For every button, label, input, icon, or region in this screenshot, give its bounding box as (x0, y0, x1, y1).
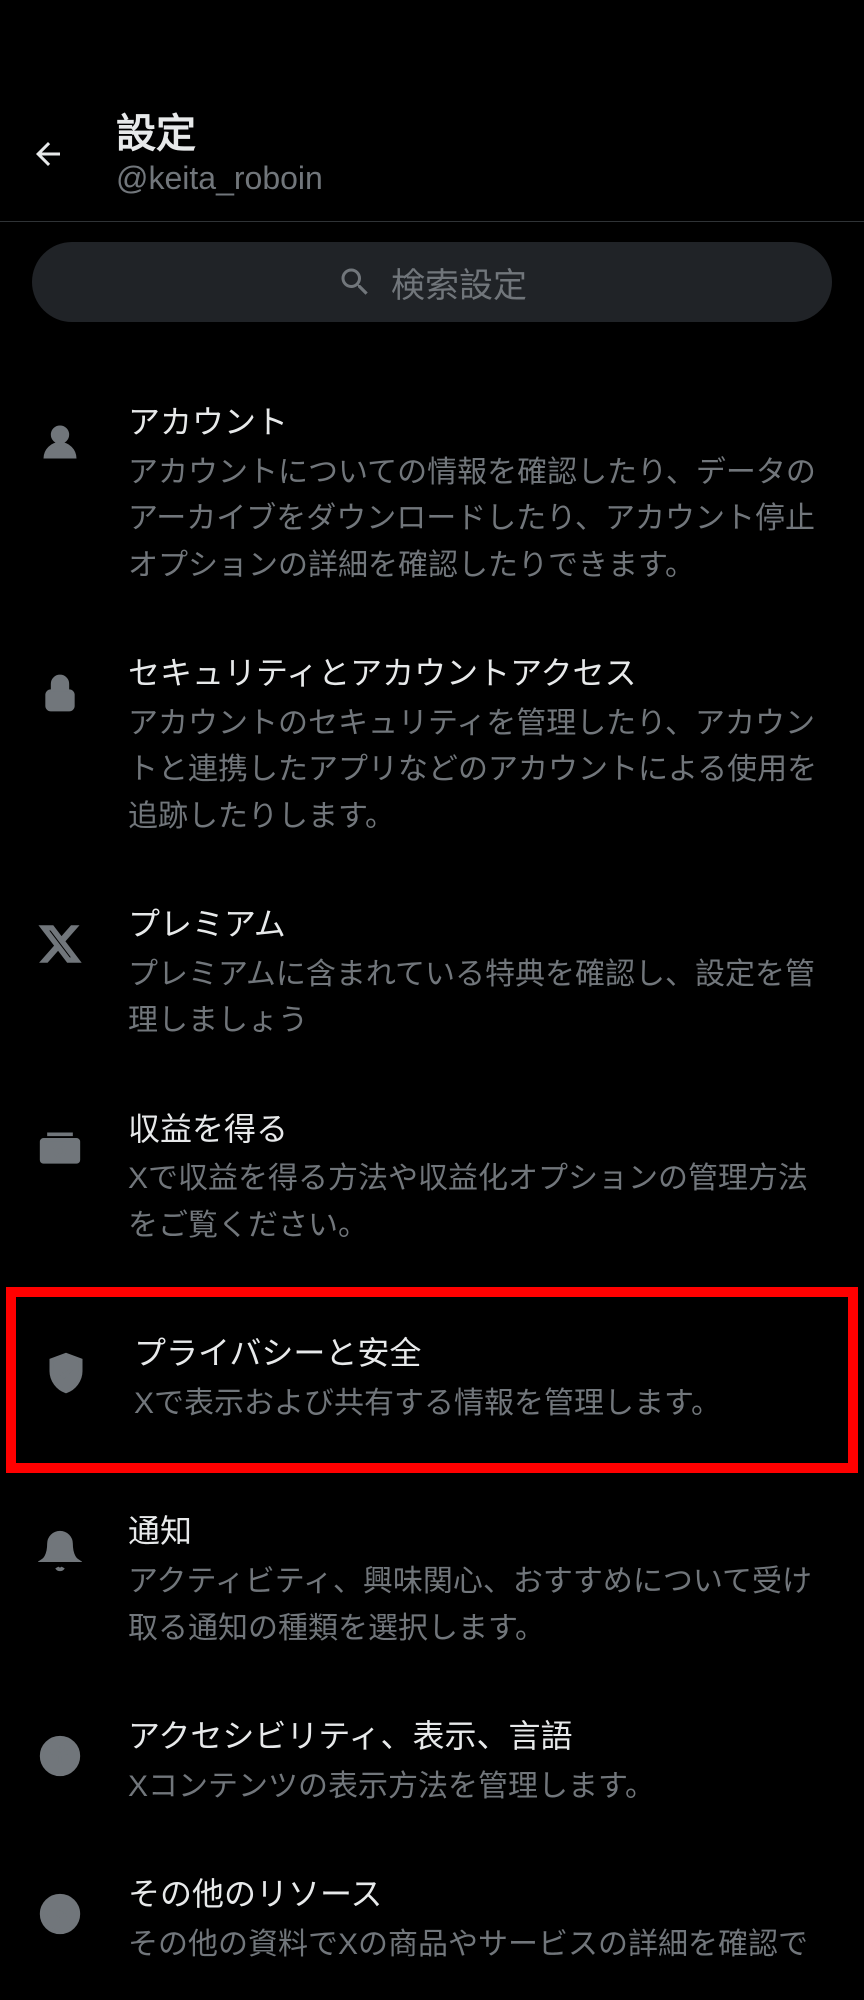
header: 設定 @keita_roboin (0, 0, 864, 222)
item-title: 通知 (128, 1511, 836, 1553)
settings-item-premium[interactable]: プレミアム プレミアムに含まれている特典を確認し、設定を管理しましょう (0, 872, 864, 1077)
settings-item-security[interactable]: セキュリティとアカウントアクセス アカウントのセキュリティを管理したり、アカウン… (0, 621, 864, 872)
person-icon (20, 420, 100, 464)
page-title: 設定 (116, 110, 323, 158)
header-titles: 設定 @keita_roboin (116, 110, 323, 197)
search-icon (337, 264, 373, 300)
settings-item-monetization[interactable]: 収益を得る Xで収益を得る方法や収益化オプションの管理方法をご覧ください。 (0, 1077, 864, 1282)
settings-item-account[interactable]: アカウント アカウントについての情報を確認したり、データのアーカイブをダウンロー… (0, 370, 864, 621)
x-logo-icon (20, 922, 100, 966)
item-title: その他のリソース (128, 1874, 836, 1916)
search-placeholder: 検索設定 (391, 258, 527, 307)
item-desc: Xコンテンツの表示方法を管理します。 (128, 1764, 836, 1811)
settings-item-notifications[interactable]: 通知 アクティビティ、興味関心、おすすめについて受け取る通知の種類を選択します。 (0, 1479, 864, 1684)
item-title: プライバシーと安全 (134, 1333, 830, 1375)
item-desc: アカウントのセキュリティを管理したり、アカウントと連携したアプリなどのアカウント… (128, 701, 836, 841)
item-desc: アカウントについての情報を確認したり、データのアーカイブをダウンロードしたり、ア… (128, 450, 836, 590)
bell-icon (20, 1529, 100, 1573)
item-desc: プレミアムに含まれている特典を確認し、設定を管理しましょう (128, 952, 836, 1045)
item-desc: Xで表示および共有する情報を管理します。 (134, 1381, 830, 1428)
settings-item-resources[interactable]: その他のリソース その他の資料でXの商品やサービスの詳細を確認で (0, 1842, 864, 2000)
item-title: アクセシビリティ、表示、言語 (128, 1716, 836, 1758)
back-button[interactable] (28, 134, 68, 174)
shield-check-icon (26, 1351, 106, 1395)
item-title: アカウント (128, 402, 836, 444)
item-desc: Xで収益を得る方法や収益化オプションの管理方法をご覧ください。 (128, 1156, 836, 1249)
settings-list: アカウント アカウントについての情報を確認したり、データのアーカイブをダウンロー… (0, 370, 864, 2000)
arrow-left-icon (30, 136, 66, 172)
username: @keita_roboin (116, 160, 323, 197)
accessibility-icon (20, 1734, 100, 1778)
item-title: プレミアム (128, 904, 836, 946)
item-title: 収益を得る (128, 1109, 836, 1151)
item-desc: その他の資料でXの商品やサービスの詳細を確認で (128, 1922, 836, 1969)
search-input[interactable]: 検索設定 (32, 242, 832, 322)
item-desc: アクティビティ、興味関心、おすすめについて受け取る通知の種類を選択します。 (128, 1559, 836, 1652)
settings-item-accessibility[interactable]: アクセシビリティ、表示、言語 Xコンテンツの表示方法を管理します。 (0, 1684, 864, 1842)
lock-icon (20, 671, 100, 715)
item-title: セキュリティとアカウントアクセス (128, 653, 836, 695)
money-icon (20, 1127, 100, 1171)
settings-item-privacy[interactable]: プライバシーと安全 Xで表示および共有する情報を管理します。 (6, 1287, 858, 1473)
more-horizontal-icon (20, 1892, 100, 1936)
